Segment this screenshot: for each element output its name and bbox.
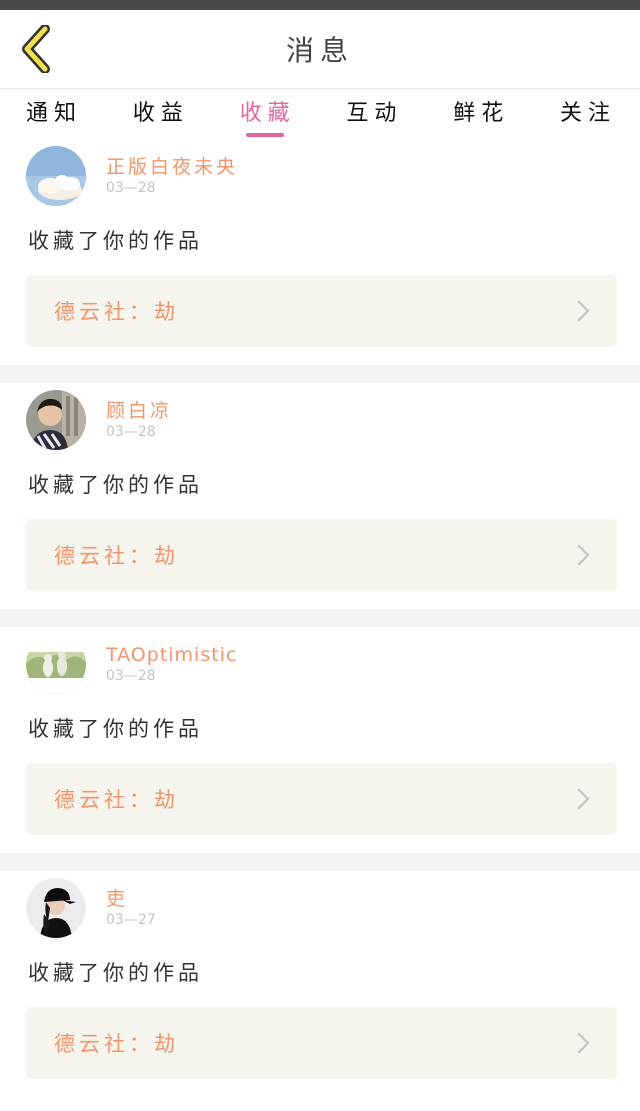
username[interactable]: 正版白夜未央 bbox=[106, 155, 238, 179]
work-link[interactable]: 德云社：劫 bbox=[26, 763, 617, 835]
work-title: 德云社：劫 bbox=[54, 788, 179, 812]
username[interactable]: TAOptimistic bbox=[106, 643, 237, 667]
tab-favorites[interactable]: 收藏 bbox=[239, 95, 296, 137]
work-title: 德云社：劫 bbox=[54, 1032, 179, 1056]
message-card: TAOptimistic 03—28 收藏了你的作品 德云社：劫 bbox=[0, 627, 640, 853]
action-text: 收藏了你的作品 bbox=[28, 961, 203, 985]
message-header: TAOptimistic 03—28 bbox=[26, 633, 617, 695]
person-avatar-icon bbox=[26, 390, 86, 450]
message-header: 吏 03—27 bbox=[26, 877, 617, 939]
girl-cap-avatar-icon bbox=[26, 878, 86, 938]
page-title: 消息 bbox=[285, 34, 354, 67]
message-card: 顾白凉 03—28 收藏了你的作品 德云社：劫 bbox=[0, 383, 640, 609]
user-meta: TAOptimistic 03—28 bbox=[106, 643, 237, 685]
user-meta: 吏 03—27 bbox=[106, 887, 156, 929]
message-date: 03—28 bbox=[106, 180, 156, 196]
chevron-right-icon bbox=[577, 544, 590, 566]
tab-label: 关注 bbox=[559, 101, 616, 126]
avatar[interactable] bbox=[26, 878, 86, 938]
garden-avatar-icon bbox=[26, 634, 86, 694]
tab-following[interactable]: 关注 bbox=[560, 95, 616, 133]
chevron-right-icon bbox=[577, 300, 590, 322]
action-text: 收藏了你的作品 bbox=[28, 717, 203, 741]
avatar[interactable] bbox=[26, 634, 86, 694]
message-card: 吏 03—27 收藏了你的作品 德云社：劫 bbox=[0, 871, 640, 1097]
tab-earnings[interactable]: 收益 bbox=[133, 95, 189, 133]
username[interactable]: 吏 bbox=[106, 887, 156, 911]
avatar[interactable] bbox=[26, 390, 86, 450]
tab-interactions[interactable]: 互动 bbox=[346, 95, 402, 133]
username[interactable]: 顾白凉 bbox=[106, 399, 172, 423]
tab-label: 互动 bbox=[346, 101, 403, 126]
sky-cloud-avatar-icon bbox=[26, 146, 86, 206]
work-link[interactable]: 德云社：劫 bbox=[26, 275, 617, 347]
nav-bar: 消息 bbox=[0, 10, 640, 89]
chevron-right-icon bbox=[577, 788, 590, 810]
work-title: 德云社：劫 bbox=[54, 544, 179, 568]
message-header: 顾白凉 03—28 bbox=[26, 389, 617, 451]
tab-notifications[interactable]: 通知 bbox=[26, 95, 82, 133]
user-meta: 顾白凉 03—28 bbox=[106, 399, 172, 441]
chevron-right-icon bbox=[577, 1032, 590, 1054]
tab-label: 通知 bbox=[26, 101, 83, 126]
message-card: 正版白夜未央 03—28 收藏了你的作品 德云社：劫 bbox=[0, 139, 640, 365]
status-bar bbox=[0, 0, 640, 10]
work-link[interactable]: 德云社：劫 bbox=[26, 519, 617, 591]
message-feed: 正版白夜未央 03—28 收藏了你的作品 德云社：劫 顾白凉 03—28 收藏了… bbox=[0, 139, 640, 1097]
tab-flowers[interactable]: 鲜花 bbox=[453, 95, 509, 133]
avatar[interactable] bbox=[26, 146, 86, 206]
work-link[interactable]: 德云社：劫 bbox=[26, 1007, 617, 1079]
back-button[interactable] bbox=[14, 24, 58, 74]
tab-bar: 通知 收益 收藏 互动 鲜花 关注 bbox=[0, 89, 640, 139]
message-date: 03—28 bbox=[106, 668, 156, 684]
action-text: 收藏了你的作品 bbox=[28, 473, 203, 497]
tab-label: 收藏 bbox=[239, 101, 296, 126]
message-date: 03—28 bbox=[106, 424, 156, 440]
message-date: 03—27 bbox=[106, 912, 156, 928]
action-text: 收藏了你的作品 bbox=[28, 229, 203, 253]
tab-label: 收益 bbox=[132, 101, 189, 126]
tab-label: 鲜花 bbox=[453, 101, 510, 126]
user-meta: 正版白夜未央 03—28 bbox=[106, 155, 238, 197]
tab-active-underline bbox=[245, 133, 284, 137]
message-header: 正版白夜未央 03—28 bbox=[26, 145, 617, 207]
back-chevron-icon bbox=[22, 25, 50, 73]
work-title: 德云社：劫 bbox=[54, 300, 179, 324]
